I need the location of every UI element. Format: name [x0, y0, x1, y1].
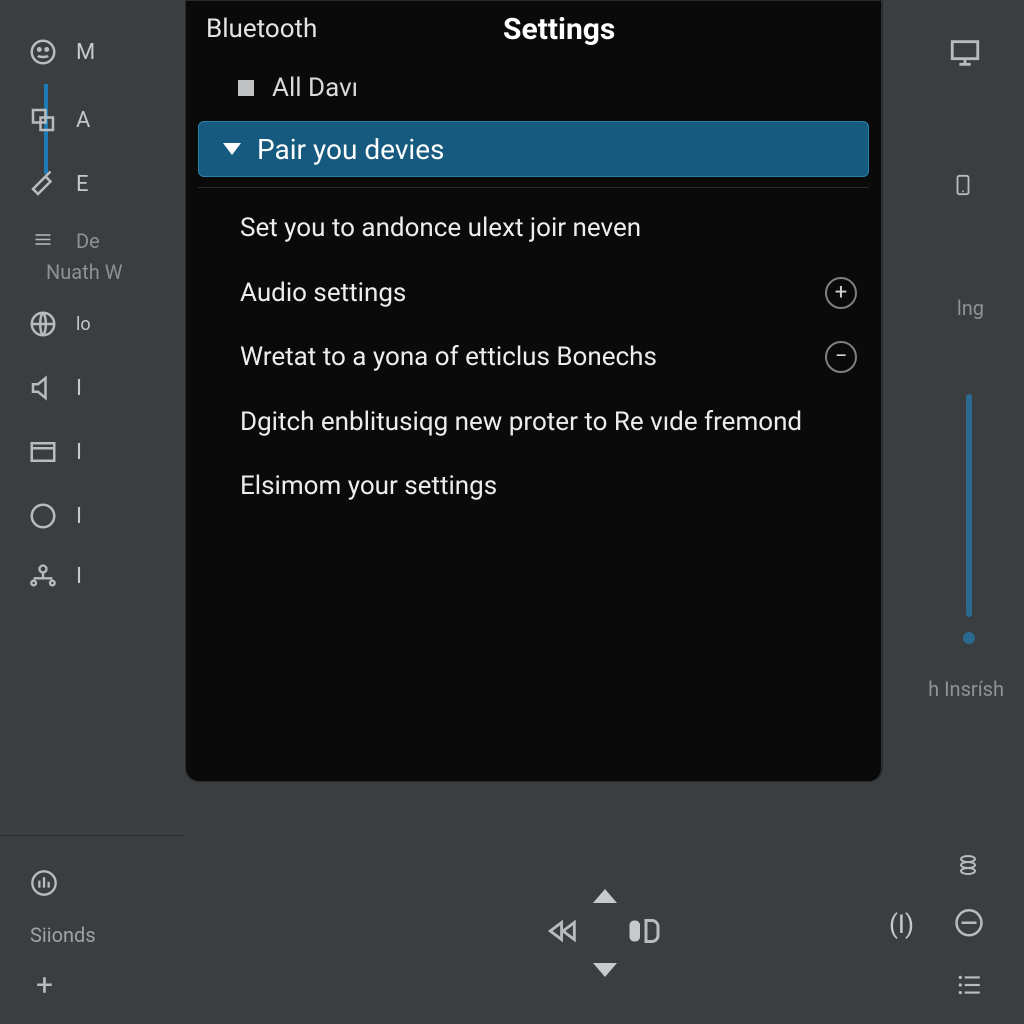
settings-entries: Set you to andonce ulext joir neven Audi… [186, 188, 881, 503]
phone-icon[interactable] [952, 168, 974, 202]
sidebar-bottom: Siionds + [0, 835, 185, 1024]
sidebar-item-label: M [76, 40, 95, 65]
plus-icon: + [36, 968, 53, 1003]
play-pause-icon[interactable] [619, 913, 667, 953]
sidebar-item-label: I [76, 376, 82, 401]
entry-text: Dgitch enblitusiqg new proter to Re vıde… [240, 406, 863, 439]
modal-header: Bluetooth Settings [186, 1, 881, 57]
settings-entry[interactable]: Wretat to a yona of etticlus Bonechs − [240, 341, 863, 374]
all-devices-label: All Davı [272, 73, 358, 103]
globe-icon [26, 307, 60, 341]
right-label-bottom: h Insrísh [928, 677, 1004, 701]
previous-track-icon[interactable] [543, 914, 583, 952]
media-bar: (I) [185, 812, 1024, 1024]
settings-entry[interactable]: Elsimom your settings [240, 470, 863, 503]
modal-title: Settings [257, 12, 861, 47]
monitor-icon[interactable] [948, 36, 982, 70]
media-right-controls: (I) [889, 908, 984, 942]
sidebar-item-label: lo [76, 314, 91, 335]
speaker-icon [26, 371, 60, 405]
sidebar-item-label: E [76, 172, 89, 197]
sidebar-bottom-label: Siionds [30, 923, 96, 947]
pair-devices-label: Pair you devies [257, 133, 445, 166]
entry-text: Audio settings [240, 277, 811, 310]
sidebar-item-label: I [76, 504, 82, 529]
media-dpad [543, 889, 667, 977]
sidebar: M A E De Nuath W lo I I [0, 0, 185, 1024]
sidebar-item-label: I [76, 440, 82, 465]
sidebar-bottom-item[interactable] [0, 860, 185, 910]
settings-entry[interactable]: Dgitch enblitusiqg new proter to Re vıde… [240, 406, 863, 439]
power-icon[interactable]: (I) [889, 910, 914, 940]
sidebar-item-label: I [76, 564, 82, 589]
sidebar-item-lower-2[interactable]: I [0, 420, 185, 484]
entry-text: Elsimom your settings [240, 470, 863, 503]
dpad-up-icon[interactable] [593, 889, 617, 903]
entry-text: Set you to andonce ulext joir neven [240, 212, 863, 245]
right-scrollbar[interactable] [966, 394, 972, 617]
sidebar-item-lower-0[interactable]: lo [0, 292, 185, 356]
all-devices-row[interactable]: All Davı [186, 57, 881, 121]
dpad-down-icon[interactable] [593, 963, 617, 977]
sidebar-item-label: A [76, 108, 90, 133]
sidebar-bottom-label-row[interactable]: Siionds [0, 910, 185, 960]
list-icon[interactable] [954, 972, 984, 1002]
settings-entry[interactable]: Set you to andonce ulext joir neven [240, 212, 863, 245]
sidebar-item-label: De [76, 229, 100, 253]
window-icon [26, 435, 60, 469]
sidebar-item-lower-4[interactable]: I [0, 548, 185, 604]
sidebar-item-0[interactable]: M [0, 20, 185, 84]
tool-icon [26, 167, 60, 201]
right-label-top: lng [957, 296, 984, 320]
pair-devices-row[interactable]: Pair you devies [198, 121, 869, 177]
minus-circle-icon[interactable]: − [825, 341, 857, 373]
eject-icon[interactable] [954, 908, 984, 942]
sidebar-item-lower-1[interactable]: I [0, 356, 185, 420]
circle-icon [26, 499, 60, 533]
settings-modal: Bluetooth Settings All Davı Pair you dev… [185, 0, 883, 782]
face-icon [26, 35, 60, 69]
sidebar-item-3[interactable]: De [0, 216, 185, 266]
network-icon [26, 559, 60, 593]
layers-icon [26, 103, 60, 137]
entry-text: Wretat to a yona of etticlus Bonechs [240, 341, 811, 374]
equalizer-icon [30, 869, 58, 901]
list-lines-icon [26, 224, 60, 258]
sidebar-item-1[interactable]: A [0, 88, 185, 152]
settings-entry-audio[interactable]: Audio settings + [240, 277, 863, 310]
sidebar-item-2[interactable]: E [0, 152, 185, 216]
square-bullet-icon [238, 80, 254, 96]
sidebar-item-lower-3[interactable]: I [0, 484, 185, 548]
plus-circle-icon[interactable]: + [825, 277, 857, 309]
chevron-down-icon [223, 143, 241, 155]
stack-icon[interactable] [956, 850, 980, 884]
power-label: (I) [889, 910, 914, 940]
sidebar-add-button[interactable]: + [0, 960, 185, 1010]
